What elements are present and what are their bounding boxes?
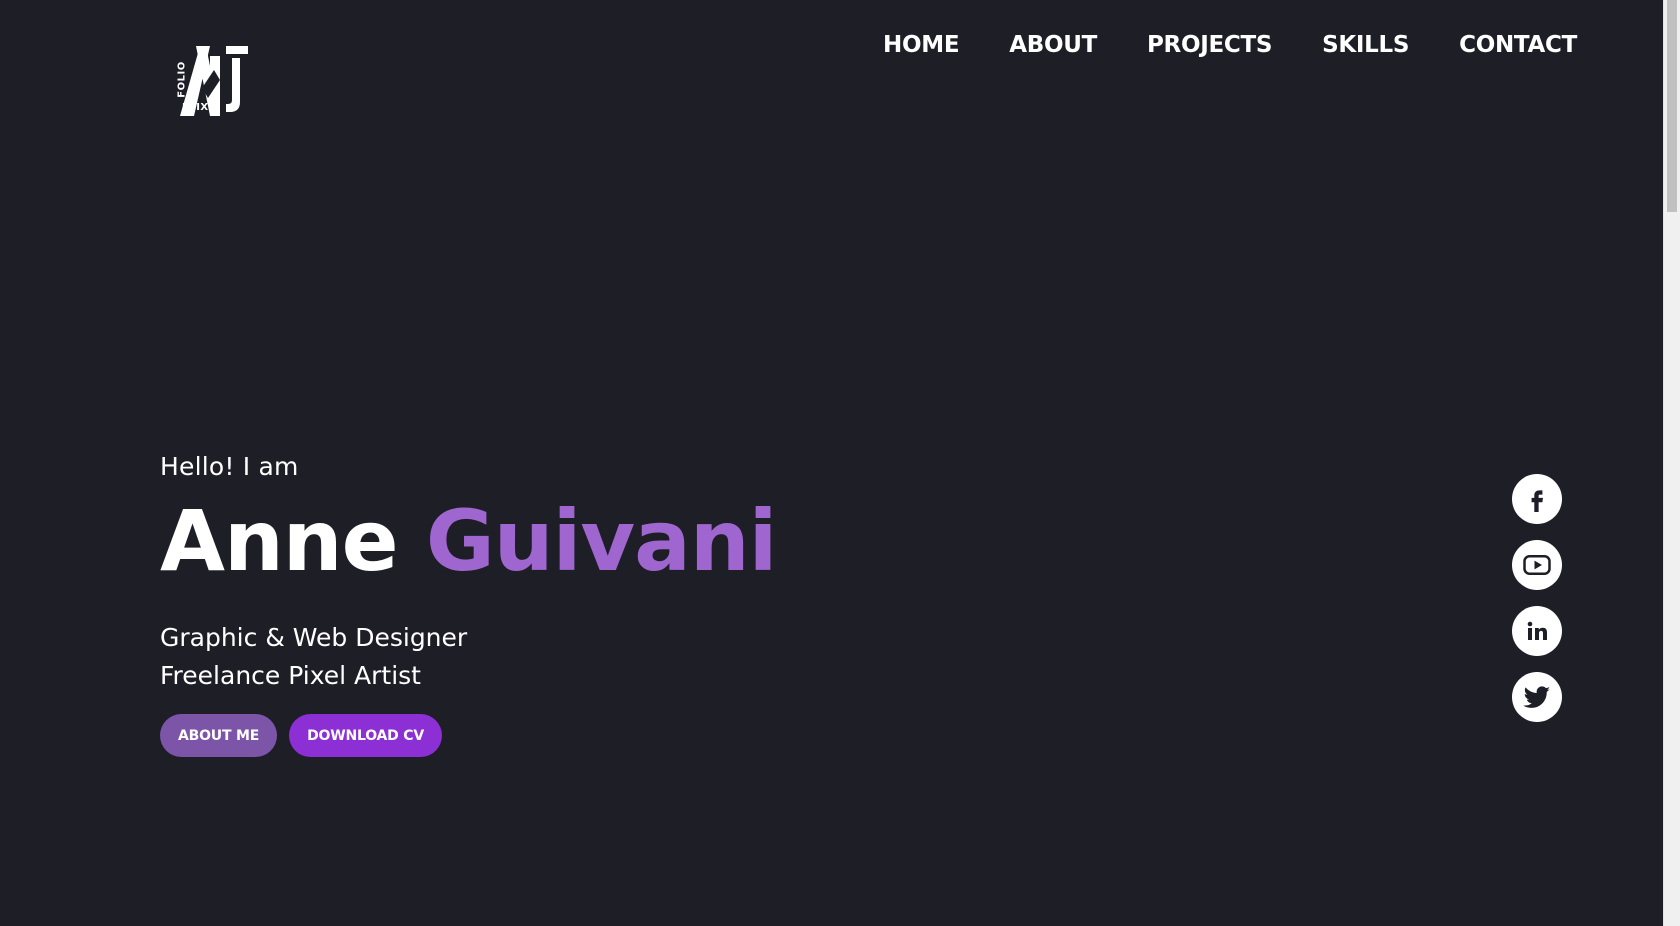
page-scrollbar[interactable]: [1663, 0, 1680, 926]
facebook-icon: [1531, 490, 1543, 512]
logo-text-folio: FOLIO: [176, 61, 188, 98]
nav-home[interactable]: HOME: [883, 32, 960, 58]
main-nav: HOME ABOUT PROJECTS SKILLS CONTACT: [883, 32, 1577, 58]
hero-name: Anne Guivani: [160, 499, 777, 583]
download-cv-button[interactable]: DOWNLOAD CV: [289, 714, 442, 757]
hero-first-name: Anne: [160, 492, 399, 590]
twitter-link[interactable]: [1512, 672, 1562, 722]
hero-roles: Graphic & Web Designer Freelance Pixel A…: [160, 619, 776, 695]
nav-skills[interactable]: SKILLS: [1322, 32, 1409, 58]
twitter-icon: [1523, 686, 1551, 708]
hero-greeting: Hello! I am: [160, 452, 299, 481]
logo-text-flix: FLIX: [182, 102, 209, 113]
social-links: [1512, 474, 1562, 722]
nav-projects[interactable]: PROJECTS: [1147, 32, 1272, 58]
linkedin-icon: [1527, 621, 1547, 640]
hero-role-1: Graphic & Web Designer: [160, 623, 468, 652]
portfolio-page: FOLIO FLIX HOME ABOUT PROJECTS SKILLS CO…: [0, 0, 1680, 926]
hero-buttons: ABOUT ME DOWNLOAD CV: [160, 714, 776, 757]
nav-about[interactable]: ABOUT: [1009, 32, 1097, 58]
hero-section: Hello! I am Anne Guivani Graphic & Web D…: [160, 452, 777, 757]
about-me-button[interactable]: ABOUT ME: [160, 714, 278, 757]
youtube-link[interactable]: [1512, 540, 1562, 590]
hero-role-2: Freelance Pixel Artist: [160, 661, 421, 690]
linkedin-link[interactable]: [1512, 606, 1562, 656]
youtube-icon: [1523, 555, 1551, 575]
hero-last-name: Guivani: [425, 492, 778, 590]
nav-contact[interactable]: CONTACT: [1459, 32, 1577, 58]
logo[interactable]: FOLIO FLIX: [170, 40, 256, 120]
scrollbar-thumb[interactable]: [1667, 0, 1677, 212]
facebook-link[interactable]: [1512, 474, 1562, 524]
